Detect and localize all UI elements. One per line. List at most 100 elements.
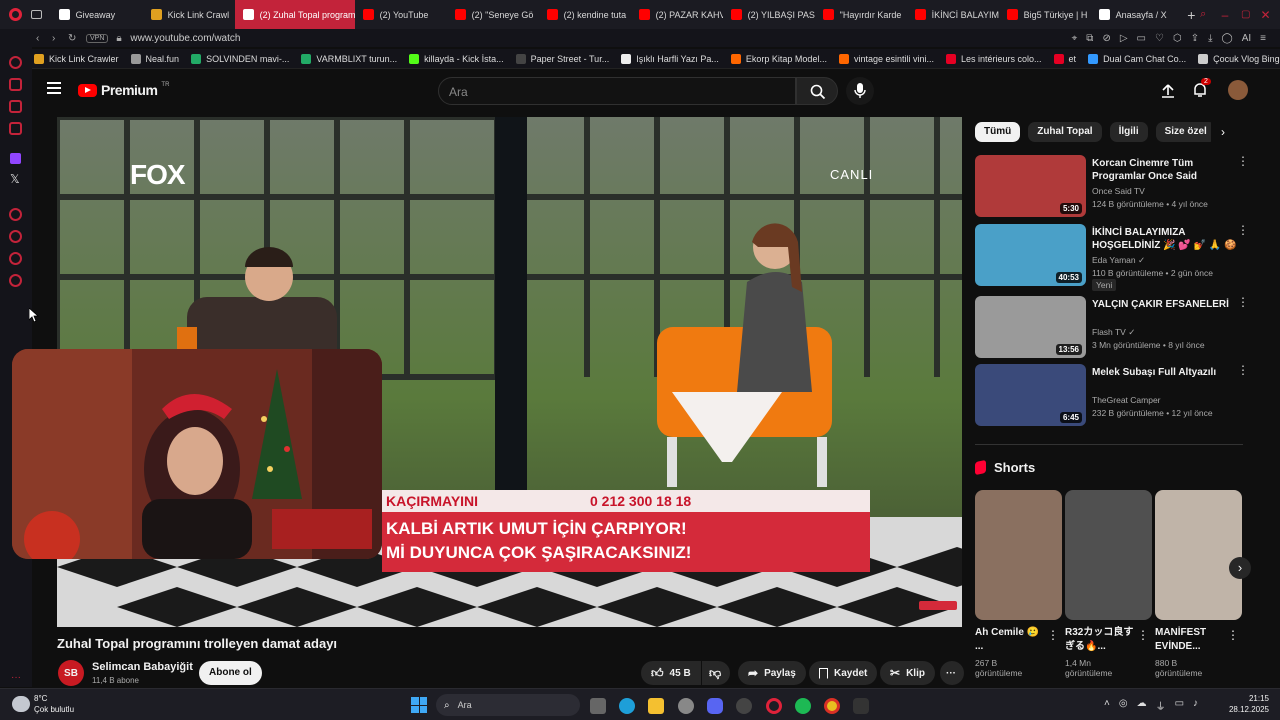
bookmark-item[interactable]: SOLVINDEN mavi-... (185, 53, 295, 64)
recommendation-title[interactable]: Korcan Cinemre Tüm Programlar Once Said (1092, 157, 1240, 183)
weather-icon[interactable] (12, 696, 30, 712)
recommendation-title[interactable]: İKİNCİ BALAYIMIZA HOŞGELDİNİZ 🎉 💕 💅 🙏 🍪 (1092, 226, 1240, 252)
recommendation-channel[interactable]: Eda Yaman ✓ (1092, 254, 1145, 266)
extensions-icon[interactable]: ⬡ (1173, 33, 1182, 44)
vpn-badge[interactable]: VPN (86, 33, 109, 43)
bookmark-item[interactable]: killayda - Kick İsta... (403, 53, 510, 64)
history-icon[interactable] (9, 230, 22, 243)
more-vertical-icon[interactable]: ⋮ (1227, 628, 1239, 642)
tab-7[interactable]: (2) YILBAŞI PAS (723, 0, 815, 29)
short-title[interactable]: MANİFEST EVİNDE... (1155, 626, 1225, 654)
recommendation-title[interactable]: YALÇIN ÇAKIR EFSANELERİ (1092, 298, 1240, 311)
reload-icon[interactable]: ↻ (68, 33, 86, 44)
tab-5[interactable]: (2) kendine tuta (539, 0, 631, 29)
tab-2[interactable]: (2) Zuhal Topal programı (234, 0, 355, 29)
subscribe-button[interactable]: Abone ol (199, 661, 262, 685)
close-button[interactable]: ✕ (1261, 8, 1280, 22)
bookmark-item[interactable]: Kick Link Crawler (28, 53, 125, 64)
bookmark-item[interactable]: Çocuk Vlog Bingosu (1192, 53, 1280, 64)
bookmark-item[interactable]: VARMBLIXT turun... (295, 53, 403, 64)
clock-time[interactable]: 21:15 (1229, 694, 1269, 703)
recommendation-thumbnail[interactable]: 40:53 (975, 224, 1086, 286)
back-icon[interactable]: ‹ (36, 33, 52, 44)
short-title[interactable]: R32カッコ良すぎる🔥... (1065, 626, 1135, 654)
settings-app-icon[interactable] (678, 698, 694, 714)
search-input[interactable]: Ara (438, 77, 796, 105)
maximize-button[interactable]: ▢ (1241, 9, 1260, 20)
tab-3[interactable]: (2) YouTube (355, 0, 447, 29)
tray-app-icon[interactable]: ◎ (1119, 698, 1128, 713)
recommendation-channel[interactable]: Once Said TV (1092, 185, 1145, 197)
discord-icon[interactable] (707, 698, 723, 714)
music-icon[interactable] (9, 78, 22, 91)
chip-for-you[interactable]: Size özel (1155, 122, 1211, 142)
twitch-icon[interactable] (10, 153, 21, 164)
camera-icon[interactable]: ⌖ (1072, 33, 1078, 44)
aria-ai-icon[interactable]: AI (1242, 33, 1251, 44)
recommendation-item[interactable]: 6:45 Melek Subaşı Full Altyazılı TheGreat … (975, 364, 1255, 428)
settings-icon[interactable] (9, 274, 22, 287)
clock-date[interactable]: 28.12.2025 (1223, 705, 1269, 714)
youtube-logo[interactable]: Premium TR (78, 82, 169, 98)
like-button[interactable]: 👍︎ 45 B (641, 661, 701, 685)
tab-1[interactable]: Kick Link Crawl (143, 0, 235, 29)
opera-icon[interactable] (0, 0, 31, 29)
tab-switcher-icon[interactable] (31, 0, 50, 29)
short-title[interactable]: Ah Cemile 🥲 ... (975, 626, 1045, 654)
more-vertical-icon[interactable]: ⋮ (1047, 628, 1059, 642)
bookmark-item[interactable]: Paper Street - Tur... (510, 53, 616, 64)
dislike-button[interactable]: 👎︎ (702, 661, 730, 685)
more-actions-button[interactable]: ··· (940, 661, 964, 685)
tab-11[interactable]: Anasayfa / X (1091, 0, 1183, 29)
recommendation-thumbnail[interactable]: 5:30 (975, 155, 1086, 217)
new-tab-button[interactable]: + (1183, 7, 1201, 23)
short-thumbnail[interactable] (1065, 490, 1152, 620)
tab-6[interactable]: (2) PAZAR KAHV (631, 0, 723, 29)
tray-cloud-icon[interactable]: ☁ (1137, 698, 1147, 713)
edge-icon[interactable] (619, 698, 635, 714)
notifications-button[interactable]: 2 (1192, 78, 1211, 100)
bookmark-item[interactable]: Işıklı Harfli Yazı Pa... (615, 53, 725, 64)
tab-9[interactable]: İKİNCİ BALAYIM (907, 0, 999, 29)
windows-start-icon[interactable] (411, 697, 427, 713)
bookmark-item[interactable]: Ekorp Kitap Model... (725, 53, 833, 64)
tab-10[interactable]: Big5 Türkiye | H (999, 0, 1091, 29)
bookmark-item[interactable]: Neal.fun (125, 53, 186, 64)
chat-icon[interactable] (9, 100, 22, 113)
file-explorer-icon[interactable] (648, 698, 664, 714)
forward-icon[interactable]: › (52, 33, 68, 44)
task-view-icon[interactable] (590, 698, 606, 714)
channel-avatar[interactable]: SB (58, 660, 84, 686)
chrome-icon[interactable] (824, 698, 840, 714)
voice-search-button[interactable] (846, 77, 874, 105)
extensions-side-icon[interactable] (9, 252, 22, 265)
steam-icon[interactable] (736, 698, 752, 714)
more-icon[interactable]: ··· (11, 672, 21, 683)
search-tabs-icon[interactable]: ⌕ (1200, 8, 1221, 21)
save-button[interactable]: Kaydet (809, 661, 878, 685)
more-vertical-icon[interactable]: ⋮ (1237, 155, 1249, 167)
tab-8[interactable]: "Hayırdır Karde (815, 0, 907, 29)
bookmark-item[interactable]: vintage esintili vini... (833, 53, 940, 64)
short-thumbnail[interactable] (1155, 490, 1242, 620)
tab-0[interactable]: Giveaway (51, 0, 143, 29)
x-icon[interactable]: 𝕏 (10, 172, 20, 186)
bookmark-item[interactable]: Les intérieurs colo... (940, 53, 1048, 64)
instagram-icon[interactable] (9, 122, 22, 135)
bookmark-item[interactable]: et (1048, 53, 1083, 64)
opera-taskbar-icon[interactable] (766, 698, 782, 714)
recommendation-channel[interactable]: TheGreat Camper (1092, 394, 1161, 406)
clip-button[interactable]: ✂︎ Klip (880, 661, 935, 685)
shorts-next-button[interactable]: › (1229, 557, 1251, 579)
more-vertical-icon[interactable]: ⋮ (1237, 364, 1249, 376)
chips-next-icon[interactable]: › (1221, 125, 1225, 139)
download-icon[interactable]: ⤓ (1208, 33, 1212, 44)
url-field[interactable]: www.youtube.com/watch (130, 33, 240, 44)
avatar[interactable] (1228, 80, 1248, 100)
recommendation-item[interactable]: 5:30 Korcan Cinemre Tüm Programlar Once S… (975, 155, 1255, 219)
bookmark-item[interactable]: Dual Cam Chat Co... (1082, 53, 1192, 64)
more-vertical-icon[interactable]: ⋮ (1237, 296, 1249, 308)
more-vertical-icon[interactable]: ⋮ (1237, 224, 1249, 236)
taskbar-search[interactable]: ⌕ Ara (436, 694, 580, 716)
messenger-icon[interactable] (9, 56, 22, 69)
